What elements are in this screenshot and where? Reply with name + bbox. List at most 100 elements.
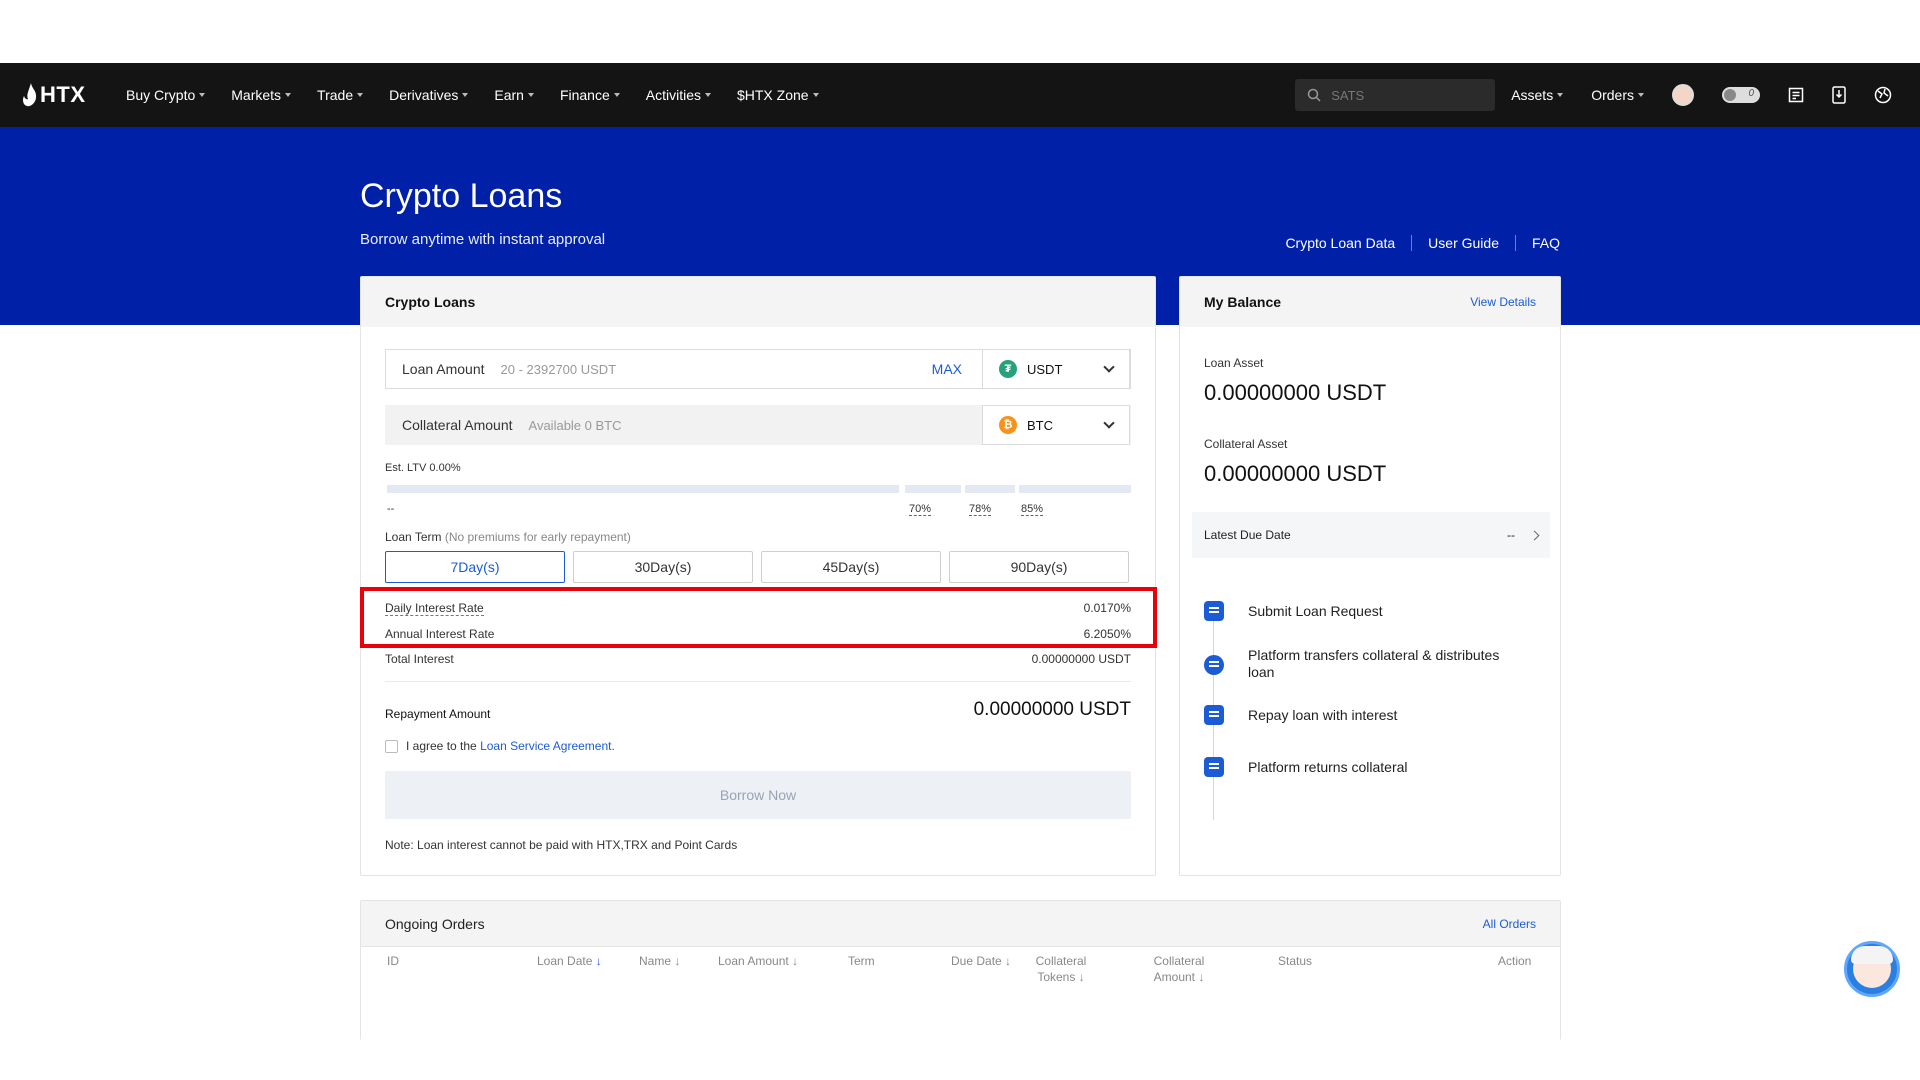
globe-icon[interactable]: [1874, 86, 1892, 104]
borrow-now-button[interactable]: Borrow Now: [385, 771, 1131, 819]
download-icon[interactable]: [1832, 86, 1846, 104]
step-text: Repay loan with interest: [1248, 707, 1398, 723]
search-input[interactable]: [1331, 87, 1482, 103]
document-icon: [1204, 601, 1224, 621]
user-guide-link[interactable]: User Guide: [1428, 235, 1499, 251]
ongoing-orders-title: Ongoing Orders: [385, 915, 485, 932]
col-loan-amount[interactable]: Loan Amount ↓: [718, 953, 798, 969]
nav-assets[interactable]: Assets: [1511, 87, 1564, 103]
toggle-count: 0: [1748, 88, 1754, 99]
nav-activities[interactable]: Activities: [646, 87, 711, 103]
caret-down-icon: [357, 93, 364, 97]
collateral-amount-input[interactable]: Available 0 BTC: [529, 418, 622, 433]
caret-down-icon: [199, 93, 206, 97]
divider: [1514, 235, 1516, 251]
notification-toggle[interactable]: 0: [1722, 87, 1760, 103]
sort-icon: ↓: [792, 954, 799, 968]
htx-logo[interactable]: HTX: [22, 82, 100, 108]
step-transfer: Platform transfers collateral & distribu…: [1204, 647, 1518, 681]
agreement-checkbox[interactable]: [385, 739, 398, 753]
my-balance-card: My Balance View Details Loan Asset 0.000…: [1179, 276, 1561, 876]
total-interest-value: 0.00000000 USDT: [1031, 652, 1131, 666]
top-navbar: HTX Buy Crypto Markets Trade Derivatives…: [0, 63, 1920, 127]
term-30-days[interactable]: 30Day(s): [573, 551, 753, 583]
caret-down-icon: [613, 93, 620, 97]
divider: [385, 681, 1131, 682]
ltv-bar-segment: [387, 485, 899, 493]
ltv-bar-segment: [965, 485, 1015, 493]
collateral-amount-field[interactable]: Collateral Amount Available 0 BTC ₿ BTC: [385, 405, 1131, 445]
loan-amount-field[interactable]: Loan Amount 20 - 2392700 USDT MAX ₮ USDT: [385, 349, 1131, 389]
nav-orders[interactable]: Orders: [1591, 87, 1644, 103]
interest-rate-highlight-box: [360, 587, 1157, 648]
collateral-coin-select[interactable]: ₿ BTC: [982, 405, 1130, 445]
collateral-asset-value: 0.00000000 USDT: [1204, 461, 1387, 486]
chevron-down-icon: [1103, 417, 1115, 429]
col-collateral-amount[interactable]: Collateral Amount ↓: [1147, 953, 1211, 985]
loan-coin-select[interactable]: ₮ USDT: [982, 349, 1130, 389]
step-text: Platform returns collateral: [1248, 759, 1408, 775]
max-button[interactable]: MAX: [932, 361, 962, 377]
faq-link[interactable]: FAQ: [1532, 235, 1560, 251]
caret-down-icon: [704, 93, 711, 97]
nav-markets[interactable]: Markets: [231, 87, 292, 103]
collateral-amount-label: Collateral Amount: [402, 417, 513, 433]
nav-finance[interactable]: Finance: [560, 87, 620, 103]
ltv-current-value: --: [387, 503, 395, 515]
nav-buy-crypto[interactable]: Buy Crypto: [126, 87, 206, 103]
repayment-amount-value: 0.00000000 USDT: [973, 699, 1131, 720]
sort-icon: ↓: [1005, 954, 1012, 968]
col-due-date[interactable]: Due Date ↓: [951, 953, 1011, 969]
repay-icon: [1204, 705, 1224, 725]
crypto-loan-data-link[interactable]: Crypto Loan Data: [1285, 235, 1395, 251]
term-45-days[interactable]: 45Day(s): [761, 551, 941, 583]
latest-due-date-label: Latest Due Date: [1204, 528, 1291, 542]
col-term: Term: [848, 954, 875, 968]
flame-icon: [23, 83, 37, 107]
repayment-amount-label: Repayment Amount: [385, 707, 491, 721]
all-orders-link[interactable]: All Orders: [1483, 917, 1536, 931]
col-collateral-tokens[interactable]: Collateral Tokens ↓: [1029, 953, 1093, 985]
usdt-icon: ₮: [999, 360, 1017, 378]
btc-icon: ₿: [999, 416, 1017, 434]
logo-text: HTX: [40, 82, 86, 107]
divider: [1411, 235, 1413, 251]
user-avatar[interactable]: [1672, 84, 1694, 106]
nav-earn[interactable]: Earn: [494, 87, 534, 103]
est-ltv-label: Est. LTV 0.00%: [385, 462, 461, 474]
page-title: Crypto Loans: [360, 177, 563, 215]
nav-htx-zone[interactable]: $HTX Zone: [737, 87, 819, 103]
nav-trade[interactable]: Trade: [317, 87, 364, 103]
step-return: Platform returns collateral: [1204, 757, 1518, 777]
caret-down-icon: [285, 93, 292, 97]
loan-amount-label: Loan Amount: [402, 361, 485, 377]
card-title: My Balance: [1204, 294, 1282, 310]
caret-down-icon: [462, 93, 469, 97]
col-loan-date[interactable]: Loan Date ↓: [537, 953, 602, 969]
sort-icon: ↓: [1078, 970, 1085, 984]
nav-derivatives[interactable]: Derivatives: [389, 87, 469, 103]
loan-service-agreement-link[interactable]: Loan Service Agreement.: [480, 739, 615, 753]
search-box[interactable]: [1295, 79, 1496, 111]
interest-note: Note: Loan interest cannot be paid with …: [385, 838, 738, 852]
view-details-link[interactable]: View Details: [1470, 295, 1536, 309]
collateral-coin-name: BTC: [1027, 417, 1053, 433]
loan-term-label: Loan Term (No premiums for early repayme…: [385, 530, 631, 544]
transfer-icon: [1204, 655, 1224, 675]
loan-amount-input[interactable]: 20 - 2392700 USDT: [501, 362, 617, 377]
crypto-loans-card: Crypto Loans Loan Amount 20 - 2392700 US…: [360, 276, 1156, 876]
col-name[interactable]: Name ↓: [639, 953, 680, 969]
term-7-days[interactable]: 7Day(s): [385, 551, 565, 583]
agreement-row: I agree to the Loan Service Agreement.: [385, 739, 615, 753]
support-assistant-button[interactable]: [1844, 941, 1900, 997]
caret-down-icon: [1638, 93, 1644, 97]
caret-down-icon: [1557, 93, 1564, 97]
avatar-icon: [1672, 84, 1694, 106]
loan-term-note: (No premiums for early repayment): [444, 530, 631, 544]
step-text: Platform transfers collateral & distribu…: [1248, 647, 1500, 680]
latest-due-date-row[interactable]: Latest Due Date --: [1192, 512, 1550, 558]
term-90-days[interactable]: 90Day(s): [949, 551, 1129, 583]
messages-icon[interactable]: [1788, 87, 1804, 103]
col-action: Action: [1498, 954, 1532, 968]
sort-icon: ↓: [674, 954, 681, 968]
